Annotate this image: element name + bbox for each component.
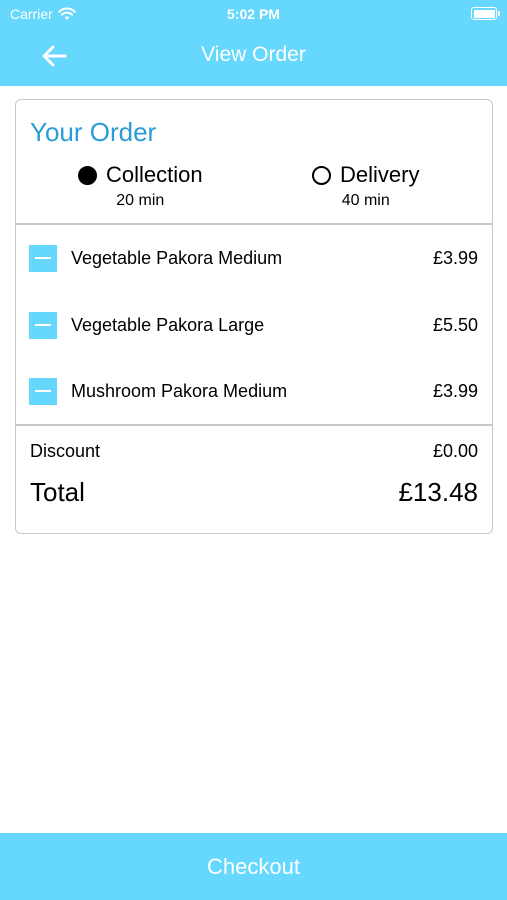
battery-icon [471, 7, 500, 20]
collection-time: 20 min [116, 192, 165, 209]
remove-item-button[interactable] [29, 311, 57, 339]
collection-label: Collection [106, 162, 203, 187]
order-item: Vegetable Pakora Large £5.50 [16, 305, 492, 345]
item-price: £3.99 [432, 247, 478, 268]
discount-value: £0.00 [432, 441, 478, 461]
remove-item-button[interactable] [29, 244, 57, 272]
item-name: Vegetable Pakora Medium [71, 247, 283, 268]
top-bar: Carrier 5:02 PM View Order [0, 0, 507, 86]
checkout-button[interactable]: Checkout [0, 833, 507, 900]
minus-icon [35, 256, 51, 260]
collection-option[interactable]: Collection 20 min [78, 162, 203, 210]
delivery-label: Delivery [340, 162, 420, 187]
order-card: Your Order Collection 20 min Delivery 40… [15, 99, 493, 534]
remove-item-button[interactable] [29, 377, 57, 405]
item-name: Mushroom Pakora Medium [71, 380, 288, 401]
item-name: Vegetable Pakora Large [71, 314, 265, 335]
total-value: £13.48 [398, 477, 478, 507]
minus-icon [35, 323, 51, 327]
delivery-time: 40 min [341, 192, 390, 209]
minus-icon [35, 389, 51, 393]
order-item: Mushroom Pakora Medium £3.99 [16, 371, 492, 411]
item-price: £3.99 [432, 380, 478, 401]
order-heading: Your Order [30, 117, 157, 147]
status-time: 5:02 PM [227, 6, 280, 22]
delivery-option[interactable]: Delivery 40 min [312, 162, 419, 210]
divider [16, 424, 492, 426]
page-title: View Order [201, 43, 306, 66]
total-label: Total [30, 477, 85, 507]
order-item: Vegetable Pakora Medium £3.99 [16, 238, 492, 278]
radio-selected-icon[interactable] [78, 165, 97, 185]
discount-label: Discount [30, 441, 101, 461]
divider [16, 223, 492, 225]
radio-unselected-icon[interactable] [312, 165, 331, 185]
item-price: £5.50 [432, 314, 478, 335]
